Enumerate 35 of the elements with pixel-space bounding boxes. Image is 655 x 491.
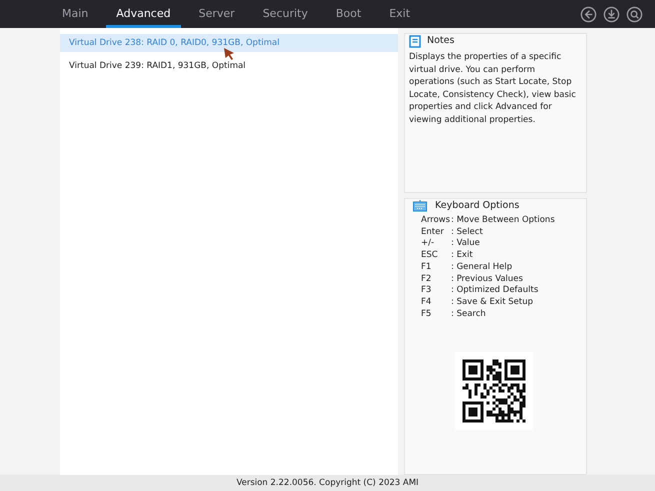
menu-tab[interactable]: Boot xyxy=(326,0,372,28)
qr-code-icon xyxy=(454,352,532,430)
version-text: Version 2.22.0056. Copyright (C) 2023 AMI xyxy=(236,476,419,490)
key-name: Arrows xyxy=(421,215,451,227)
key-name: F3 xyxy=(421,285,432,297)
key-action: : Search xyxy=(451,308,486,320)
key-name: ESC xyxy=(421,250,439,262)
key-name: F2 xyxy=(421,274,432,286)
virtual-drive-item[interactable]: Virtual Drive 238: RAID 0, RAID0, 931GB, Optimal xyxy=(60,34,398,52)
back-icon[interactable] xyxy=(580,6,597,22)
key-action: : Optimized Defaults xyxy=(451,285,538,297)
key-action: : Move Between Options xyxy=(451,215,555,227)
menu-tab[interactable]: Security xyxy=(252,0,318,28)
key-action: : Previous Values xyxy=(451,274,523,286)
notes-text: Displays the properties of a specific virtual drive. You can perform operations (such as Start Locate, Stop Locate, Consistency Check), view basic properties and click Advanced for viewing additional properties. xyxy=(409,51,577,126)
key-action: : General Help xyxy=(451,262,512,274)
key-name: F5 xyxy=(421,308,432,320)
key-action: : Save & Exit Setup xyxy=(451,296,533,309)
notes-icon xyxy=(409,34,421,48)
key-name: Enter xyxy=(421,226,445,238)
key-name: +/- xyxy=(421,238,436,250)
key-name: F1 xyxy=(421,262,432,274)
menu-tab[interactable]: Server xyxy=(188,0,245,28)
key-action: : Exit xyxy=(451,250,473,262)
key-action: : Select xyxy=(451,226,483,238)
keyboard-options-title: Keyboard Options xyxy=(435,199,520,213)
search-icon[interactable] xyxy=(626,6,643,22)
mouse-cursor-icon xyxy=(224,48,235,61)
notes-title: Notes xyxy=(427,34,454,48)
key-action: : Value xyxy=(451,238,480,250)
key-name: F4 xyxy=(421,296,432,309)
menu-tab[interactable]: Main xyxy=(52,0,98,28)
virtual-drive-item[interactable]: Virtual Drive 239: RAID1, 931GB, Optimal xyxy=(60,57,398,75)
download-icon[interactable] xyxy=(603,6,620,22)
menu-tab[interactable]: Exit xyxy=(379,0,420,28)
